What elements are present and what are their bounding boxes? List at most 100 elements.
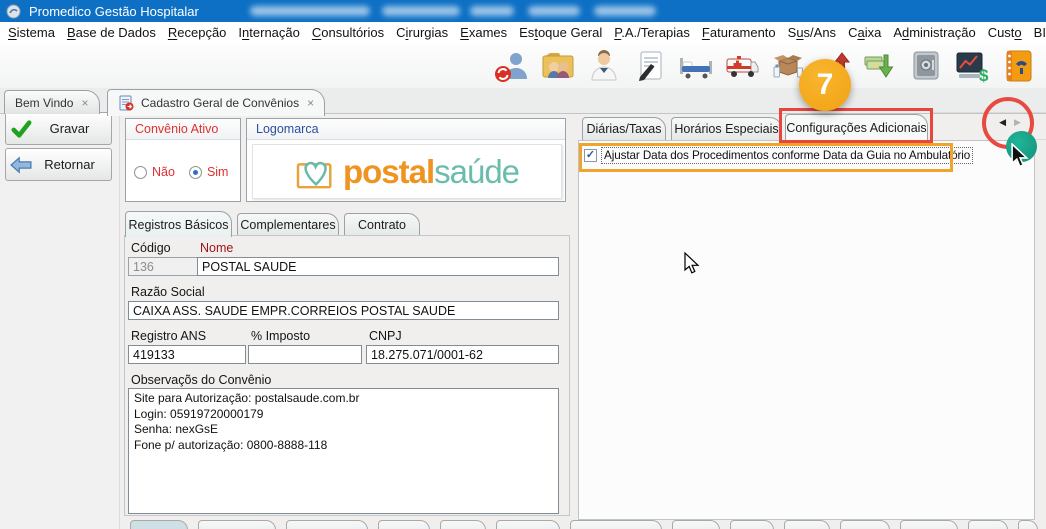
tab-complementares[interactable]: Complementares [237, 213, 339, 236]
redacted-text-blob [594, 6, 656, 16]
checkmark-icon: ✓ [585, 148, 596, 161]
menu-bar: Sistema Base de Dados Recepção Internação Co… [0, 22, 1046, 44]
observacoes-label: Observaçõs do Convênio [131, 373, 272, 387]
arrow-left-icon [6, 155, 36, 174]
tab-diarias-taxas[interactable]: Diárias/Taxas [582, 117, 666, 140]
tab-contrato[interactable]: Contrato [344, 213, 420, 236]
redacted-text-blob [470, 6, 514, 16]
title-bar: Promedico Gestão Hospitalar [0, 0, 1046, 22]
tab-cadastro-geral-de-convenios[interactable]: Cadastro Geral de Convênios × [107, 89, 326, 116]
bottom-tab[interactable] [1018, 520, 1038, 529]
scroll-left-icon[interactable]: ◀ [999, 117, 1006, 128]
hospital-bed-icon[interactable] [677, 48, 714, 85]
ajustar-data-checkbox[interactable]: ✓ [584, 149, 597, 162]
bottom-tab[interactable] [968, 520, 1008, 529]
brand-saude: saúde [434, 152, 520, 190]
bottom-tab[interactable] [730, 520, 774, 529]
svg-text:$: $ [979, 66, 989, 84]
cnpj-field[interactable] [366, 345, 559, 364]
menu-item-faturamento[interactable]: Faturamento [696, 22, 782, 44]
bottom-tab[interactable] [440, 520, 486, 529]
menu-item-sistema[interactable]: Sistema [2, 22, 61, 44]
bottom-tab[interactable] [840, 520, 890, 529]
menu-item-p-a-terapias[interactable]: P.A./Terapias [608, 22, 696, 44]
redacted-text-blob [250, 6, 370, 16]
patients-folder-icon[interactable] [539, 48, 576, 85]
convenio-sim-radio[interactable] [188, 165, 202, 179]
convenio-ativo-groupbox: Convênio Ativo Não Sim [125, 118, 241, 202]
tab-horarios-especiais[interactable]: Horários Especiais [671, 117, 782, 140]
doctor-icon[interactable] [585, 48, 622, 85]
razao-social-field[interactable] [128, 301, 559, 320]
tab-scroll-buttons: ◀ ▶ [988, 113, 1032, 131]
bottom-tab[interactable] [570, 520, 662, 529]
menu-item-caixa[interactable]: Caixa [842, 22, 887, 44]
nome-label: Nome [200, 241, 234, 255]
bottom-tab[interactable] [198, 520, 276, 529]
menu-item-custo[interactable]: Custo [982, 22, 1028, 44]
sync-user-icon[interactable] [493, 48, 530, 85]
ajustar-data-checkbox-label: Ajustar Data dos Procedimentos conforme … [600, 147, 974, 164]
close-icon[interactable]: × [81, 96, 88, 110]
tab-label: Registros Básicos [128, 217, 229, 232]
phonebook-icon[interactable] [999, 48, 1036, 85]
redacted-text-blob [528, 6, 580, 16]
bottom-tab[interactable] [378, 520, 430, 529]
ambulance-icon[interactable] [723, 48, 760, 85]
menu-item-sus-ans[interactable]: Sus/Ans [782, 22, 842, 44]
bottom-tab-row [124, 520, 1046, 529]
money-down-icon[interactable] [861, 48, 898, 85]
finance-icon[interactable]: $ [953, 48, 990, 85]
menu-item-internacao[interactable]: Internação [232, 22, 305, 44]
close-icon[interactable]: × [307, 96, 314, 110]
imposto-label: % Imposto [251, 329, 311, 343]
ajustar-data-checkbox-row[interactable]: ✓ Ajustar Data dos Procedimentos conform… [584, 147, 974, 164]
tab-label: Horários Especiais [674, 122, 779, 136]
scroll-right-icon[interactable]: ▶ [1014, 117, 1021, 128]
bottom-tab[interactable] [496, 520, 560, 529]
tab-registros-basicos[interactable]: Registros Básicos [125, 211, 232, 237]
menu-item-recepcao[interactable]: Recepção [162, 22, 233, 44]
codigo-label: Código [131, 241, 171, 255]
contract-icon[interactable] [631, 48, 668, 85]
tab-label: Complementares [240, 218, 336, 232]
logo-image: postal saúde [252, 144, 562, 199]
menu-item-base-de-dados[interactable]: Base de Dados [61, 22, 162, 44]
convenio-nao-radio[interactable] [134, 165, 147, 179]
tab-bem-vindo[interactable]: Bem Vindo × [4, 90, 100, 114]
menu-item-cirurgias[interactable]: Cirurgias [390, 22, 454, 44]
menu-item-consultorios[interactable]: Consultórios [306, 22, 390, 44]
nome-field[interactable] [197, 257, 559, 276]
envelope-heart-icon [296, 161, 332, 188]
bottom-tab[interactable] [130, 520, 188, 529]
menu-item-exames[interactable]: Exames [454, 22, 513, 44]
save-button-label: Gravar [49, 121, 90, 136]
app-icon [6, 4, 21, 19]
logomarca-groupbox: Logomarca postal saúde [246, 118, 566, 202]
imposto-field[interactable] [248, 345, 362, 364]
bottom-tab[interactable] [900, 520, 958, 529]
brand-postal: postal [342, 152, 435, 190]
bottom-tab[interactable] [672, 520, 720, 529]
toolbar: $ [0, 44, 1046, 88]
safe-icon[interactable] [907, 48, 944, 85]
return-button[interactable]: Retornar [5, 148, 112, 181]
bottom-tab[interactable] [784, 520, 830, 529]
bottom-tab[interactable] [286, 520, 368, 529]
observacoes-field[interactable]: Site para Autorização: postalsaude.com.b… [128, 388, 559, 514]
tab-label: Contrato [358, 218, 406, 232]
return-button-label: Retornar [44, 157, 95, 172]
menu-item-estoque-geral[interactable]: Estoque Geral [513, 22, 608, 44]
save-button[interactable]: Gravar [5, 112, 112, 145]
tab-configuracoes-adicionais[interactable]: Configurações Adicionais [785, 114, 928, 141]
step-badge: 7 [799, 59, 851, 111]
registro-ans-field[interactable] [128, 345, 246, 364]
convenio-sim-label: Sim [206, 165, 229, 179]
menu-item-bi[interactable]: BI [1028, 22, 1046, 44]
application-window: Promedico Gestão Hospitalar Sistema Base … [0, 0, 1046, 529]
check-icon [6, 119, 36, 139]
tab-label: Cadastro Geral de Convênios [141, 96, 300, 110]
menu-item-administracao[interactable]: Administração [887, 22, 981, 44]
logomarca-title: Logomarca [247, 119, 565, 140]
tab-label: Configurações Adicionais [786, 121, 927, 135]
